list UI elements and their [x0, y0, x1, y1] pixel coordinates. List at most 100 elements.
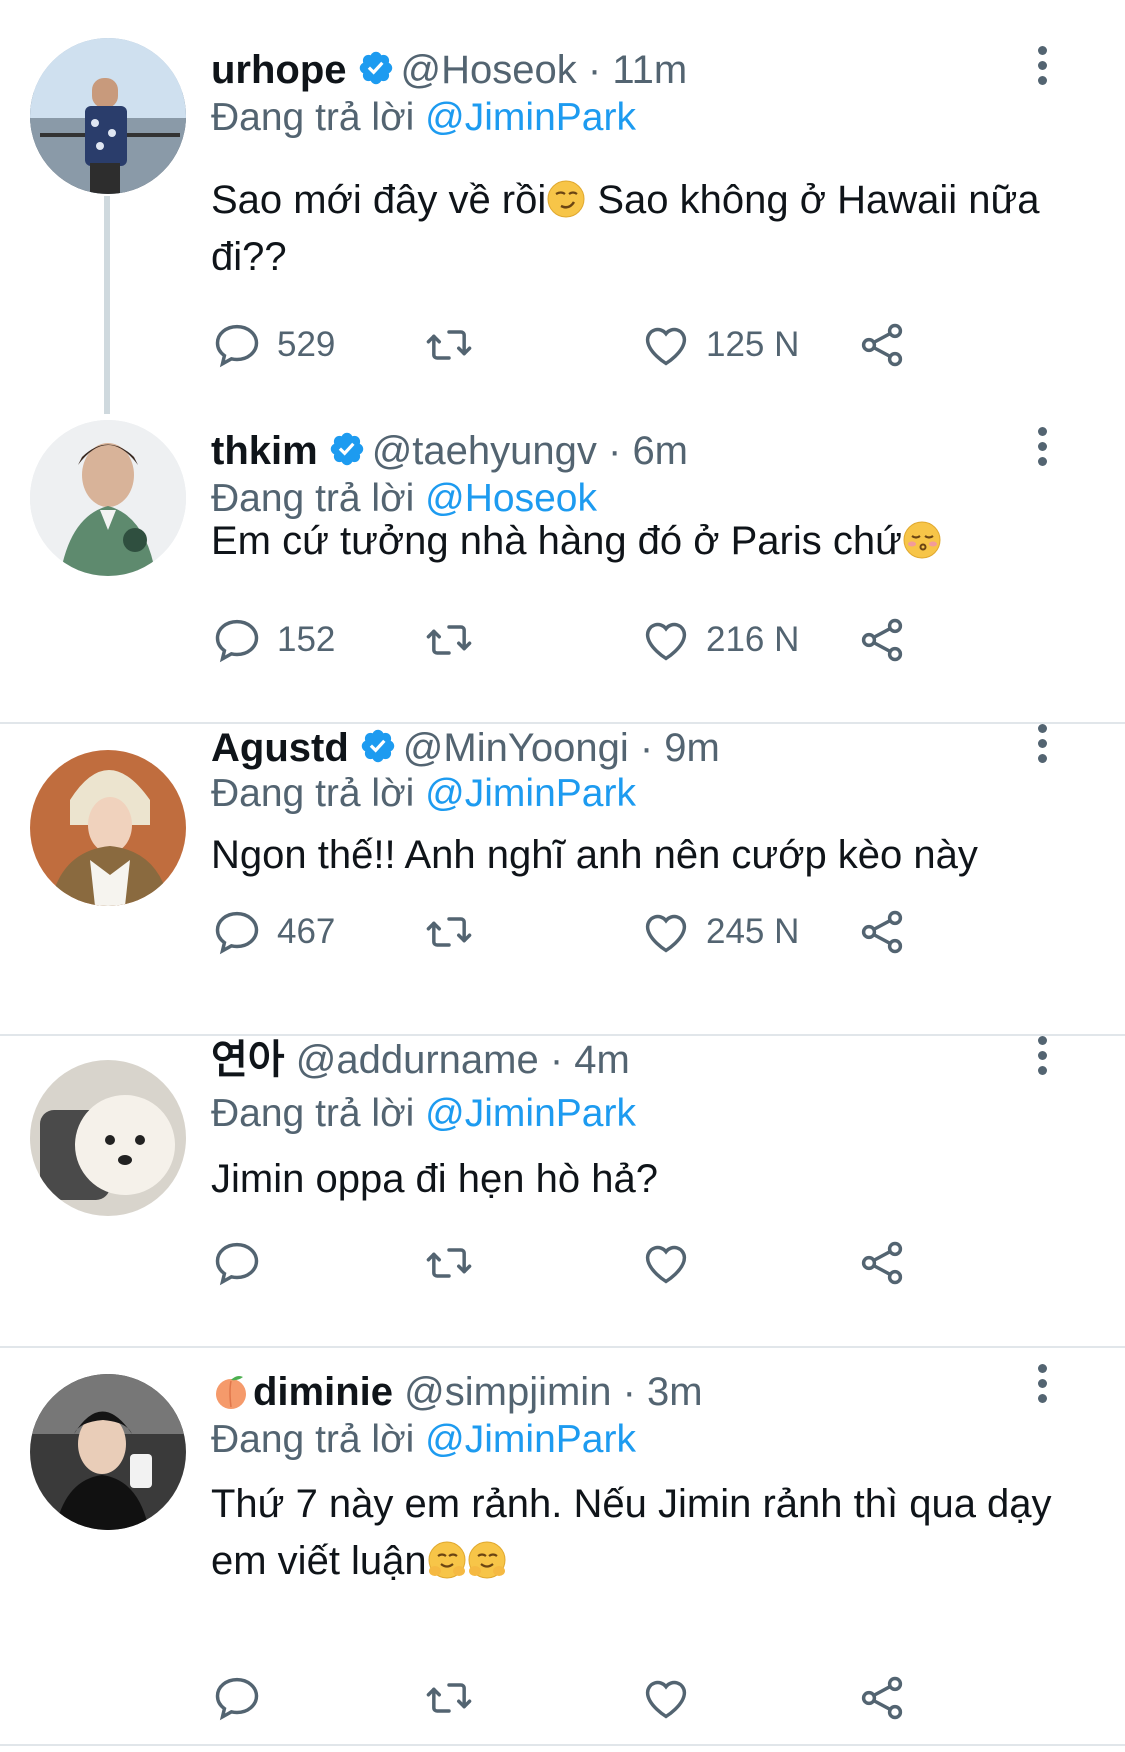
tweet-actions: 529 125 N: [211, 317, 931, 373]
user-handle[interactable]: @taehyungv: [372, 429, 597, 473]
like-count: 216 N: [706, 620, 800, 659]
timestamp[interactable]: 4m: [574, 1038, 630, 1082]
divider: [0, 1744, 1125, 1746]
reply-label: Đang trả lời: [211, 1418, 415, 1461]
retweet-button[interactable]: [423, 1670, 475, 1726]
retweet-icon: [423, 1672, 475, 1724]
reply-mention[interactable]: @JiminPark: [425, 96, 636, 139]
more-options-icon[interactable]: [1030, 1036, 1054, 1084]
kissing-emoji: [902, 520, 942, 560]
reply-context: Đang trả lời @JiminPark: [211, 770, 636, 818]
user-handle[interactable]: @addurname: [296, 1038, 539, 1082]
tweet-text-part: Ngon thế!! Anh nghĩ anh nên cướp kèo này: [211, 833, 978, 877]
retweet-icon: [423, 319, 475, 371]
tweet-text: Em cứ tưởng nhà hàng đó ở Paris chứ: [211, 513, 1071, 570]
reply-context: Đang trả lời @JiminPark: [211, 1416, 636, 1464]
share-button[interactable]: [856, 904, 908, 960]
retweet-button[interactable]: [423, 904, 475, 960]
like-button[interactable]: 245 N: [640, 904, 799, 960]
share-button[interactable]: [856, 1235, 908, 1291]
smirk-emoji: [546, 179, 586, 219]
tweet-text-part: Em cứ tưởng nhà hàng đó ở Paris chứ: [211, 519, 902, 563]
reply-icon: [211, 614, 263, 666]
tweet[interactable]: Agustd @MinYoongi · 9m Đang trả lời @Jimi…: [0, 724, 1125, 1034]
tweet-header: Agustd @MinYoongi · 9m: [211, 724, 720, 772]
reply-mention[interactable]: @JiminPark: [425, 772, 636, 815]
like-count: 245 N: [706, 912, 800, 951]
display-name[interactable]: Agustd: [211, 726, 349, 770]
avatar[interactable]: [30, 38, 186, 194]
like-button[interactable]: [640, 1670, 692, 1726]
display-name[interactable]: thkim: [211, 429, 318, 473]
more-options-icon[interactable]: [1030, 427, 1054, 475]
display-name[interactable]: urhope: [211, 48, 347, 92]
reply-button[interactable]: 152: [211, 612, 335, 668]
like-button[interactable]: 216 N: [640, 612, 799, 668]
user-handle[interactable]: @Hoseok: [401, 48, 577, 92]
thread-line: [104, 196, 110, 414]
user-handle[interactable]: @simpjimin: [404, 1370, 611, 1414]
avatar[interactable]: [30, 750, 186, 906]
verified-badge-icon: [359, 727, 397, 765]
share-button[interactable]: [856, 1670, 908, 1726]
tweet[interactable]: 연아 @addurname · 4m Đang trả lời @JiminPa…: [0, 1036, 1125, 1346]
tweet-header: urhope @Hoseok · 11m: [211, 46, 687, 94]
hug-emoji: [467, 1540, 507, 1580]
peach-emoji: [216, 1376, 246, 1409]
like-button[interactable]: [640, 1235, 692, 1291]
reply-label: Đang trả lời: [211, 96, 415, 139]
avatar-photo: [30, 38, 186, 194]
tweet-text: Ngon thế!! Anh nghĩ anh nên cướp kèo này: [211, 827, 1071, 884]
share-button[interactable]: [856, 612, 908, 668]
tweet-actions: [211, 1235, 931, 1291]
share-icon: [856, 906, 908, 958]
reply-icon: [211, 1237, 263, 1289]
reply-mention[interactable]: @JiminPark: [425, 1418, 636, 1461]
avatar-photo: [30, 1374, 186, 1530]
timestamp[interactable]: 6m: [632, 429, 688, 473]
share-button[interactable]: [856, 317, 908, 373]
display-name[interactable]: 연아: [211, 1038, 285, 1082]
more-options-icon[interactable]: [1030, 1364, 1054, 1412]
avatar[interactable]: [30, 420, 186, 576]
retweet-button[interactable]: [423, 1235, 475, 1291]
reply-count: 152: [277, 620, 336, 659]
avatar-photo: [30, 750, 186, 906]
timestamp[interactable]: 3m: [647, 1370, 703, 1414]
reply-mention[interactable]: @JiminPark: [425, 1092, 636, 1135]
reply-button[interactable]: 467: [211, 904, 335, 960]
like-button[interactable]: 125 N: [640, 317, 799, 373]
separator-dot: ·: [628, 726, 665, 770]
tweet-actions: 152 216 N: [211, 612, 931, 668]
tweet[interactable]: diminie @simpjimin · 3m Đang trả lời @Ji…: [0, 1348, 1125, 1748]
timestamp[interactable]: 9m: [664, 726, 720, 770]
like-icon: [640, 1672, 692, 1724]
avatar[interactable]: [30, 1060, 186, 1216]
avatar-photo: [30, 1060, 186, 1216]
retweet-button[interactable]: [423, 612, 475, 668]
tweet[interactable]: thkim @taehyungv · 6m Đang trả lời @Hoseo…: [0, 420, 1125, 722]
retweet-button[interactable]: [423, 317, 475, 373]
like-icon: [640, 319, 692, 371]
separator-dot: ·: [596, 429, 633, 473]
avatar[interactable]: [30, 1374, 186, 1530]
tweet[interactable]: urhope @Hoseok · 11m Đang trả lời @JiminP…: [0, 0, 1125, 420]
display-name[interactable]: diminie: [253, 1370, 393, 1414]
more-options-icon[interactable]: [1030, 724, 1054, 772]
tweet-text: Thứ 7 này em rảnh. Nếu Jimin rảnh thì qu…: [211, 1476, 1071, 1590]
separator-dot: ·: [538, 1038, 575, 1082]
verified-badge-icon: [357, 49, 395, 87]
reply-button[interactable]: [211, 1235, 263, 1291]
retweet-icon: [423, 1237, 475, 1289]
reply-button[interactable]: 529: [211, 317, 335, 373]
separator-dot: ·: [576, 48, 613, 92]
reply-context: Đang trả lời @JiminPark: [211, 1090, 636, 1138]
timestamp[interactable]: 11m: [612, 48, 687, 92]
reply-count: 529: [277, 325, 336, 364]
like-count: 125 N: [706, 325, 800, 364]
user-handle[interactable]: @MinYoongi: [403, 726, 629, 770]
tweet-actions: [211, 1670, 931, 1726]
more-options-icon[interactable]: [1030, 46, 1054, 94]
reply-button[interactable]: [211, 1670, 263, 1726]
verified-badge-icon: [328, 430, 366, 468]
